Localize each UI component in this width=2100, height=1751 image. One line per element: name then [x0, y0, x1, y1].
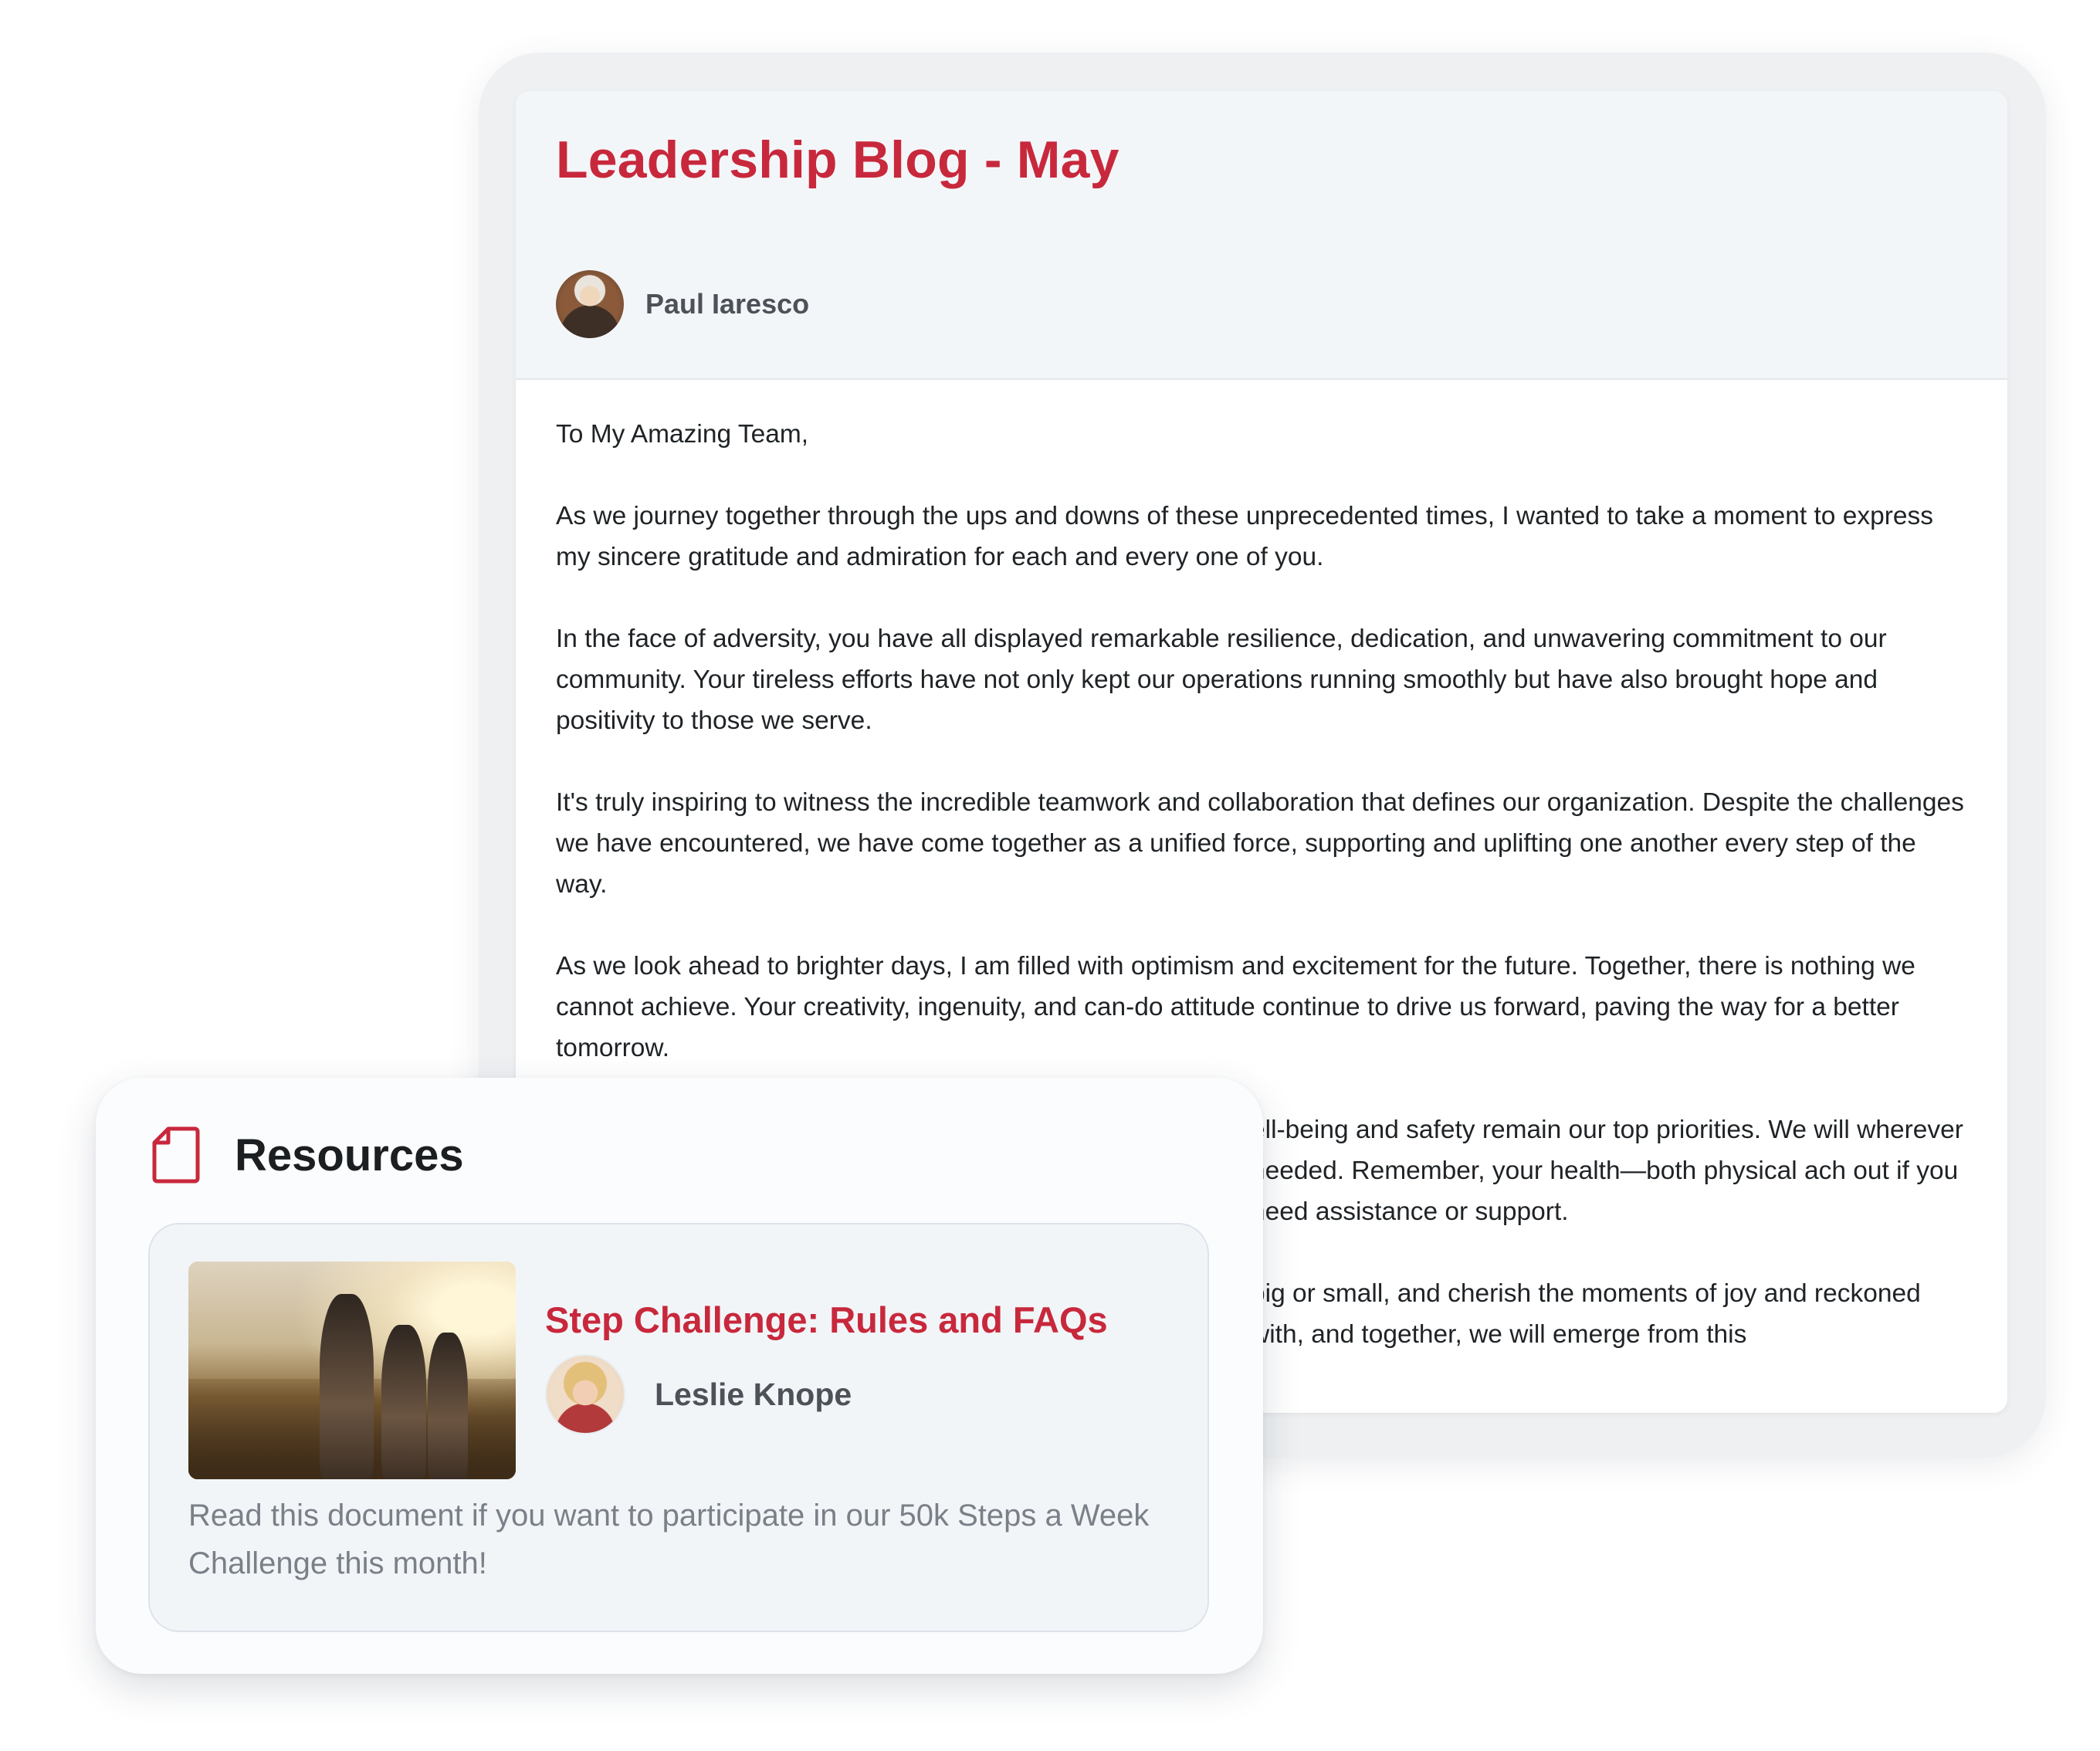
resources-header: Resources	[151, 1126, 464, 1184]
resource-title-link[interactable]: Step Challenge: Rules and FAQs	[545, 1299, 1108, 1341]
resource-thumbnail[interactable]	[188, 1262, 516, 1479]
thumbnail-hiker	[320, 1294, 374, 1479]
thumbnail-hiker	[428, 1333, 468, 1479]
blog-title: Leadership Blog - May	[556, 130, 1119, 189]
resources-card: Resources Step Challenge: Rules and FAQs…	[96, 1078, 1263, 1674]
resources-title: Resources	[235, 1130, 464, 1180]
blog-author[interactable]: Paul Iaresco	[556, 270, 809, 338]
resource-author[interactable]: Leslie Knope	[545, 1354, 852, 1434]
thumbnail-hiker	[381, 1325, 426, 1479]
document-icon	[152, 1126, 200, 1184]
resource-author-name[interactable]: Leslie Knope	[655, 1377, 852, 1413]
resource-item[interactable]: Step Challenge: Rules and FAQs Leslie Kn…	[148, 1223, 1209, 1632]
author-name[interactable]: Paul Iaresco	[645, 288, 809, 320]
stage: Leadership Blog - May Paul Iaresco To My…	[0, 0, 2100, 1751]
resource-description: Read this document if you want to partic…	[188, 1499, 1150, 1580]
blog-header: Leadership Blog - May Paul Iaresco	[516, 91, 2007, 380]
blog-paragraph: As we look ahead to brighter days, I am …	[556, 952, 1915, 1062]
resource-author-avatar[interactable]	[545, 1354, 625, 1434]
blog-paragraph: In the face of adversity, you have all d…	[556, 625, 1887, 735]
blog-paragraph: It's truly inspiring to witness the incr…	[556, 788, 1964, 899]
blog-paragraph: To My Amazing Team,	[556, 420, 809, 449]
blog-paragraph: As we journey together through the ups a…	[556, 502, 1934, 571]
author-avatar[interactable]	[556, 270, 624, 338]
